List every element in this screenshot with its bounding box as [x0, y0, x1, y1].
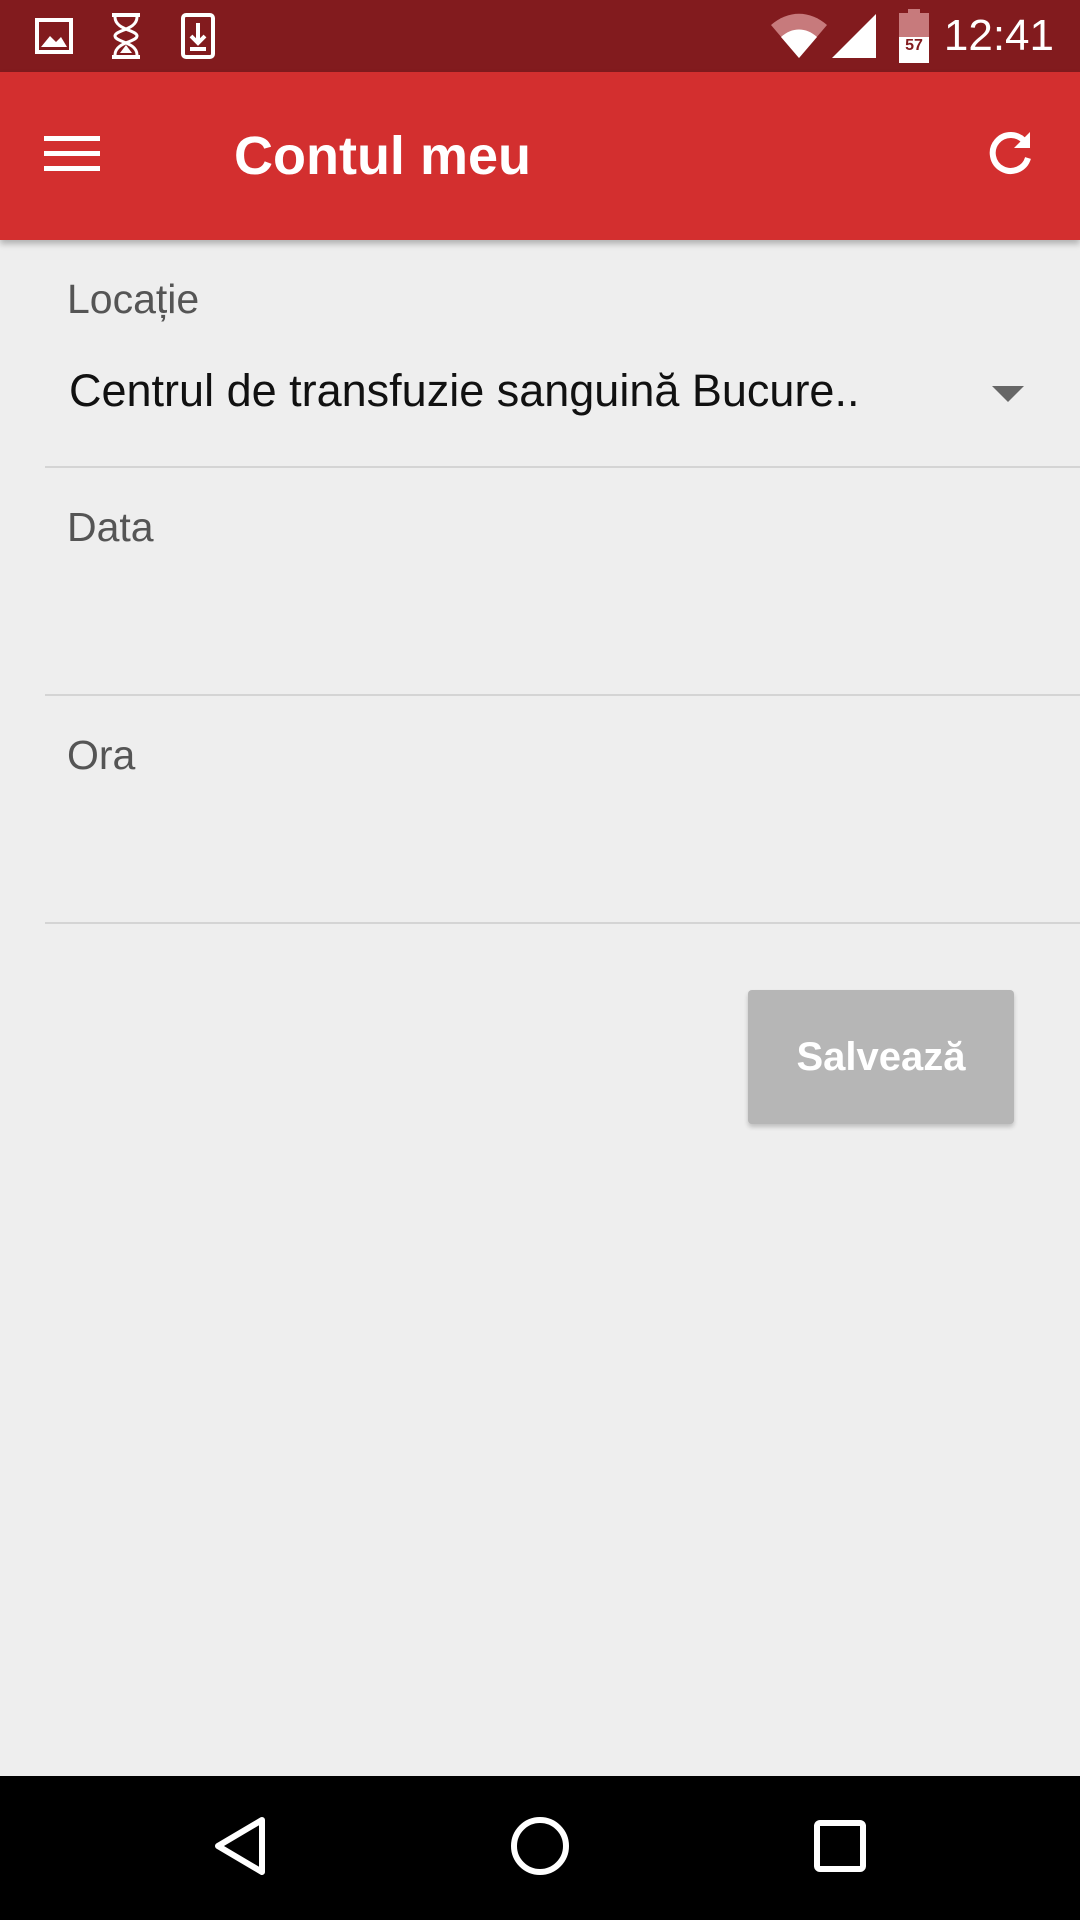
page-title: Contul meu: [234, 126, 531, 186]
recents-button[interactable]: [790, 1798, 890, 1898]
app-bar: Contul meu: [0, 72, 1080, 240]
svg-text:57: 57: [905, 37, 923, 54]
back-triangle-icon: [212, 1816, 268, 1881]
home-circle-icon: [510, 1816, 570, 1881]
location-select[interactable]: Centrul de transfuzie sanguină Bucure..: [69, 365, 859, 417]
wifi-icon: [770, 0, 828, 72]
refresh-button[interactable]: [970, 116, 1050, 196]
home-button[interactable]: [490, 1798, 590, 1898]
date-field[interactable]: Data: [45, 468, 1080, 696]
battery-icon: 57: [898, 0, 930, 72]
date-input[interactable]: [67, 568, 1060, 678]
time-field[interactable]: Ora: [45, 696, 1080, 924]
hamburger-icon: [44, 134, 100, 179]
dropdown-arrow-icon[interactable]: [992, 386, 1024, 402]
location-label: Locație: [67, 276, 200, 322]
date-label: Data: [67, 504, 154, 550]
hourglass-icon: [106, 0, 146, 72]
image-icon: [34, 0, 74, 72]
status-time: 12:41: [943, 11, 1054, 60]
time-input[interactable]: [67, 796, 1060, 906]
location-field[interactable]: Locație Centrul de transfuzie sanguină B…: [45, 240, 1080, 468]
menu-button[interactable]: [28, 116, 116, 196]
back-button[interactable]: [190, 1798, 290, 1898]
save-button[interactable]: Salvează: [748, 990, 1014, 1124]
recents-square-icon: [814, 1819, 866, 1877]
navigation-bar: [0, 1776, 1080, 1920]
download-icon: [180, 0, 216, 72]
refresh-icon: [984, 128, 1036, 185]
signal-icon: [832, 0, 876, 72]
time-label: Ora: [67, 732, 136, 778]
status-bar: 57 12:41: [0, 0, 1080, 72]
